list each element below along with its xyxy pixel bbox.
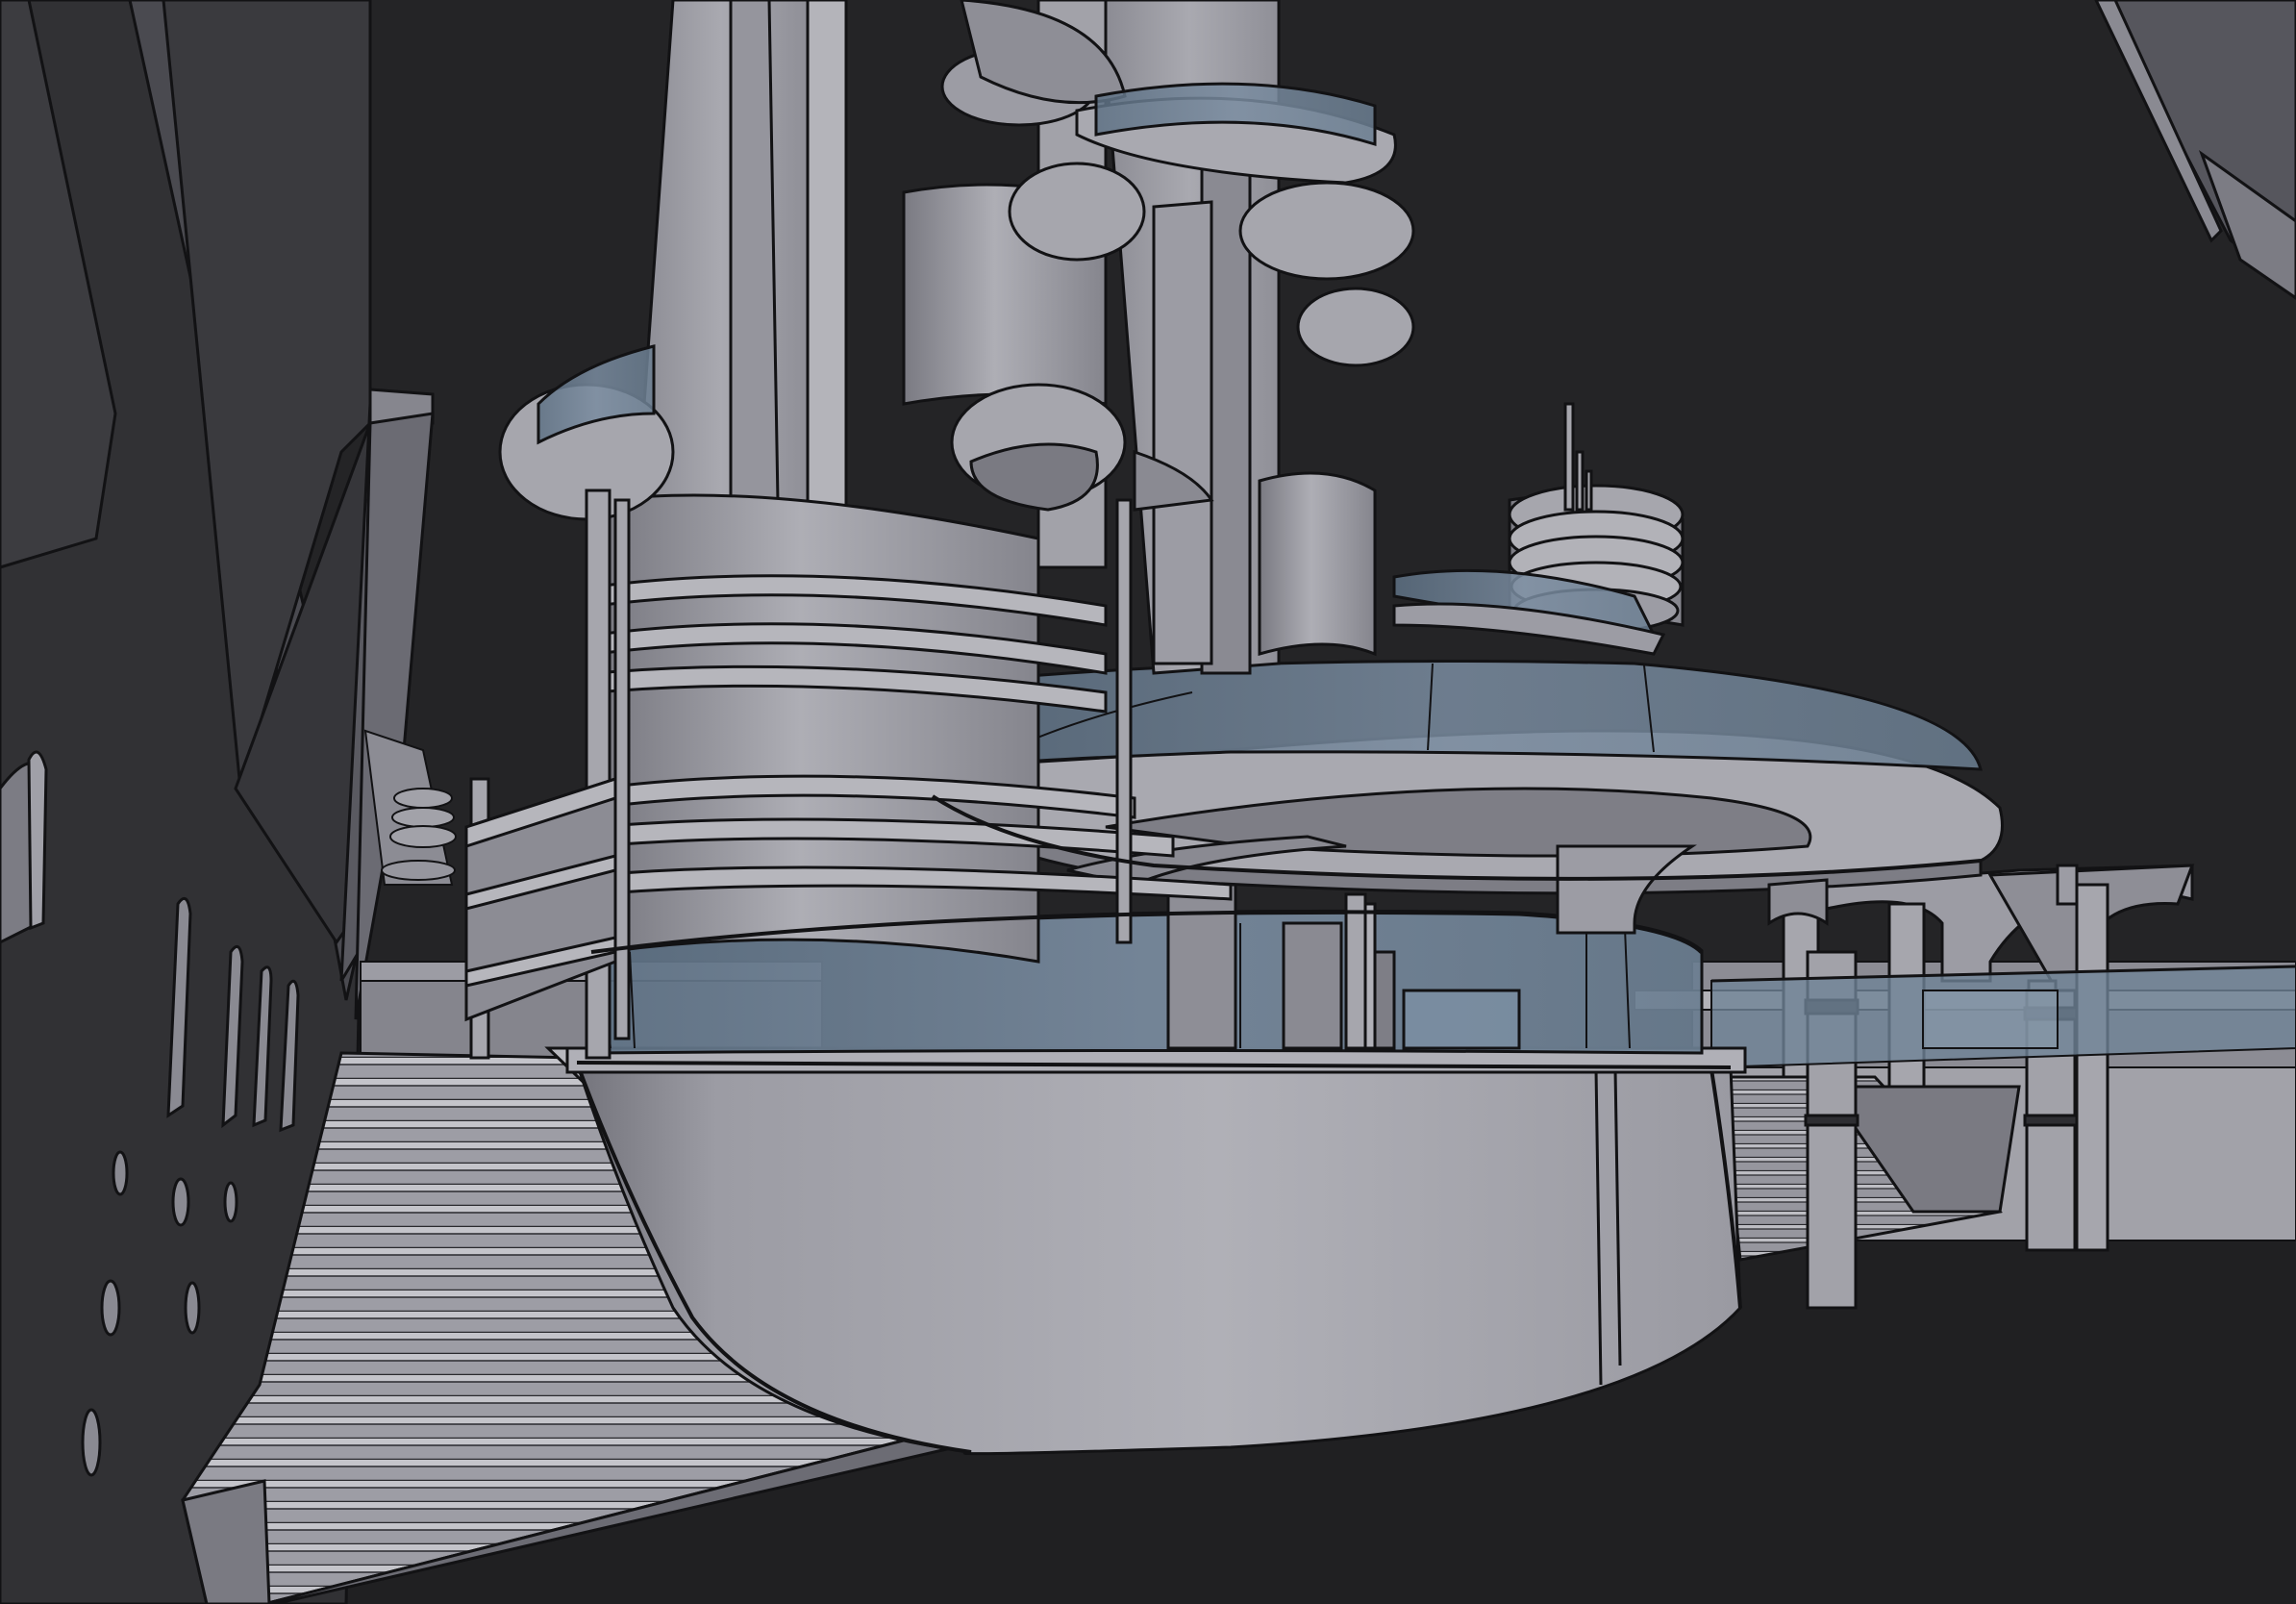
architecture-render (0, 0, 2296, 1604)
